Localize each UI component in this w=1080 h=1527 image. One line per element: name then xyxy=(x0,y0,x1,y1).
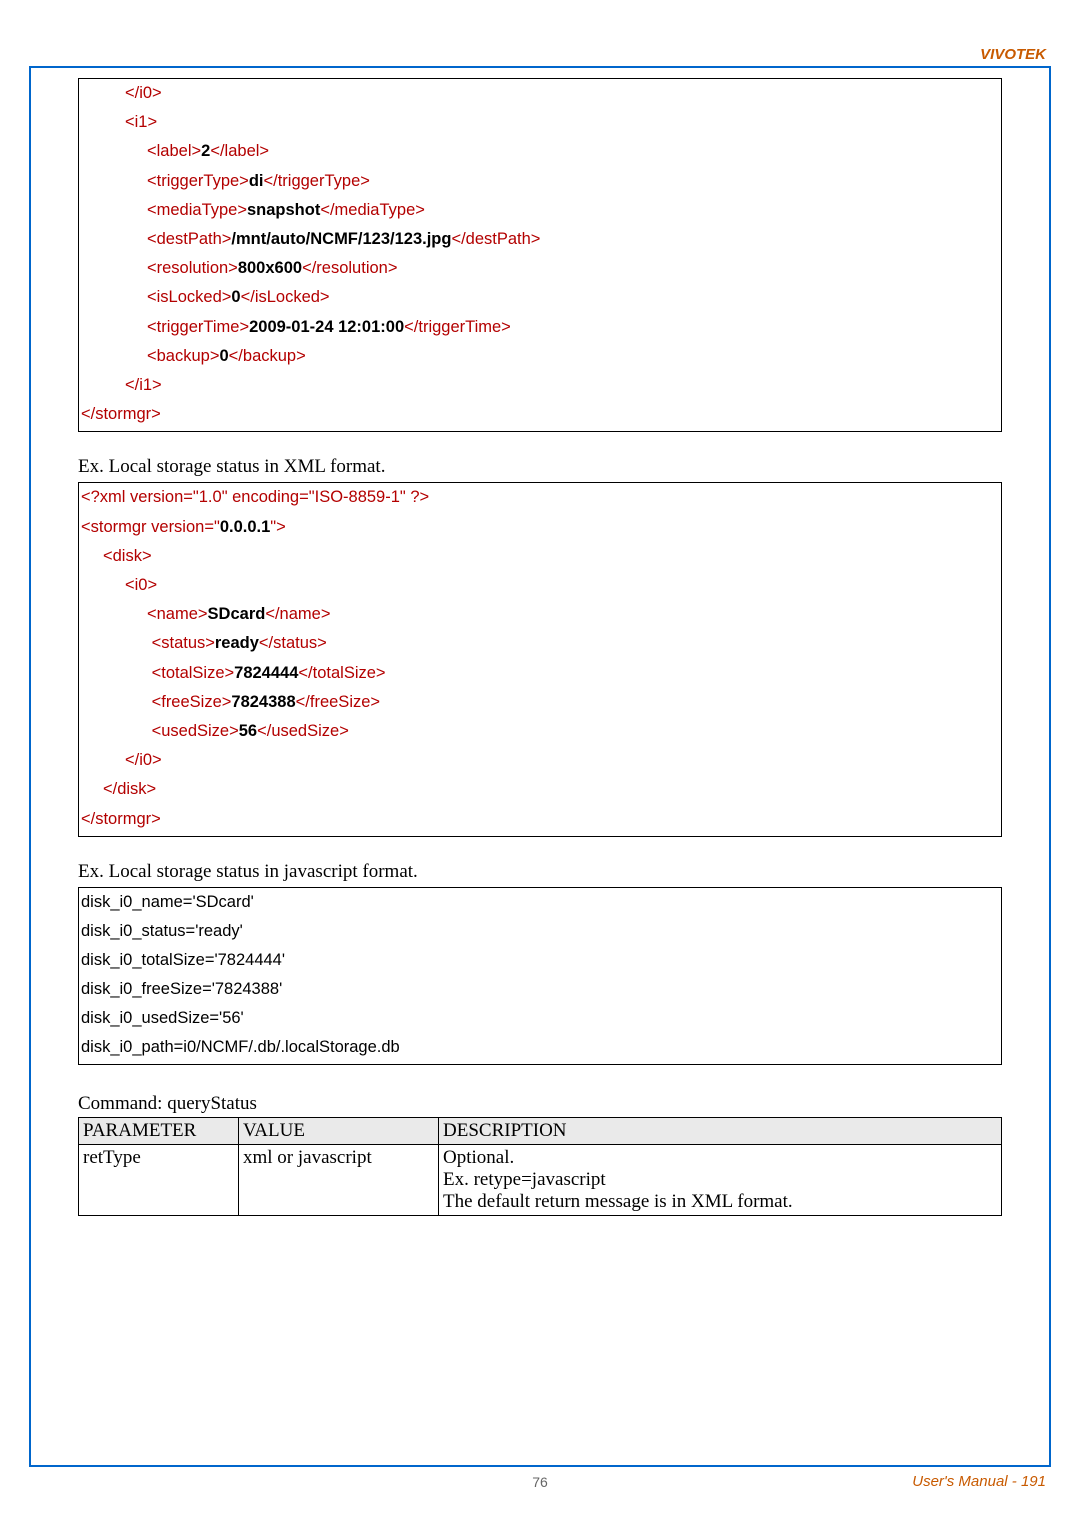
js-line: disk_i0_name='SDcard' xyxy=(81,888,999,917)
desc-line: The default return message is in XML for… xyxy=(443,1191,997,1213)
xml-tag: </triggerType> xyxy=(263,172,369,190)
xml-attrval: 1.0 xyxy=(199,488,222,506)
desc-line: Ex. retype=javascript xyxy=(443,1169,997,1191)
footer-manual-ref: User's Manual - 191 xyxy=(912,1473,1046,1490)
xml-val: /mnt/auto/NCMF/123/123.jpg xyxy=(231,230,451,248)
xml-val: 800x600 xyxy=(238,259,302,277)
xml-tag: <isLocked> xyxy=(147,288,231,306)
caption-js-status: Ex. Local storage status in javascript f… xyxy=(78,861,1002,883)
xml-val: 0 xyxy=(231,288,240,306)
xml-decl: " encoding=" xyxy=(222,488,315,506)
js-line: disk_i0_freeSize='7824388' xyxy=(81,975,999,1004)
xml-val: 2 xyxy=(201,142,210,160)
xml-tag: </status> xyxy=(259,634,327,652)
xml-tag: </resolution> xyxy=(302,259,397,277)
xml-val: 7824444 xyxy=(234,664,298,682)
xml-val: 0 xyxy=(219,347,228,365)
xml-block-2: <?xml version="1.0" encoding="ISO-8859-1… xyxy=(78,482,1002,836)
xml-tag: </name> xyxy=(265,605,330,623)
xml-tag: <mediaType> xyxy=(147,201,247,219)
xml-opentag: <stormgr version=" xyxy=(81,518,220,536)
command-heading: Command: queryStatus xyxy=(78,1093,1002,1115)
xml-val: 56 xyxy=(239,722,257,740)
td-param: retType xyxy=(79,1145,239,1216)
xml-closetag: </stormgr> xyxy=(81,810,161,828)
xml-val: di xyxy=(249,172,264,190)
caption-xml-status: Ex. Local storage status in XML format. xyxy=(78,456,1002,478)
xml-val: SDcard xyxy=(208,605,266,623)
xml-tag: </isLocked> xyxy=(241,288,330,306)
js-line: disk_i0_usedSize='56' xyxy=(81,1004,999,1033)
xml-tag: </destPath> xyxy=(451,230,540,248)
xml-tag: <name> xyxy=(147,605,208,623)
xml-tag: </totalSize> xyxy=(298,664,385,682)
xml-opentag: <disk> xyxy=(103,547,152,565)
td-value: xml or javascript xyxy=(239,1145,439,1216)
xml-closetag: </i0> xyxy=(125,751,162,769)
xml-opentag: <i1> xyxy=(125,113,157,131)
xml-tag: <destPath> xyxy=(147,230,231,248)
parameter-table: PARAMETER VALUE DESCRIPTION retType xml … xyxy=(78,1117,1002,1216)
js-block: disk_i0_name='SDcard' disk_i0_status='re… xyxy=(78,887,1002,1065)
xml-tag: </backup> xyxy=(229,347,306,365)
xml-attrval: ISO-8859-1 xyxy=(315,488,400,506)
xml-tag: </mediaType> xyxy=(320,201,425,219)
td-desc: Optional. Ex. retype=javascript The defa… xyxy=(439,1145,1002,1216)
xml-attrval: 0.0.0.1 xyxy=(220,518,270,536)
brand-label: VIVOTEK xyxy=(980,46,1046,63)
xml-tag: <usedSize> xyxy=(152,722,239,740)
xml-closetag: </i0> xyxy=(125,84,162,102)
xml-opentag: "> xyxy=(270,518,286,536)
th-value: VALUE xyxy=(239,1118,439,1145)
xml-tag: <label> xyxy=(147,142,201,160)
xml-val: ready xyxy=(215,634,259,652)
xml-decl: <?xml version=" xyxy=(81,488,199,506)
xml-tag: </freeSize> xyxy=(296,693,380,711)
js-line: disk_i0_status='ready' xyxy=(81,917,999,946)
xml-tag: <totalSize> xyxy=(152,664,235,682)
xml-opentag: <i0> xyxy=(125,576,157,594)
xml-tag: <status> xyxy=(152,634,215,652)
xml-tag: <triggerTime> xyxy=(147,318,249,336)
xml-tag: <freeSize> xyxy=(152,693,232,711)
js-line: disk_i0_path=i0/NCMF/.db/.localStorage.d… xyxy=(81,1033,999,1062)
xml-tag: </usedSize> xyxy=(257,722,349,740)
xml-decl: " ?> xyxy=(400,488,429,506)
xml-tag: </label> xyxy=(210,142,269,160)
xml-tag: <resolution> xyxy=(147,259,238,277)
js-line: disk_i0_totalSize='7824444' xyxy=(81,946,999,975)
desc-line: Optional. xyxy=(443,1147,997,1169)
xml-val: snapshot xyxy=(247,201,320,219)
th-parameter: PARAMETER xyxy=(79,1118,239,1145)
xml-closetag: </i1> xyxy=(125,376,162,394)
page-content: </i0> <i1> <label>2</label> <triggerType… xyxy=(78,78,1002,1216)
xml-val: 7824388 xyxy=(231,693,295,711)
xml-closetag: </stormgr> xyxy=(81,405,161,423)
xml-tag: <backup> xyxy=(147,347,219,365)
xml-closetag: </disk> xyxy=(103,780,156,798)
xml-val: 2009-01-24 12:01:00 xyxy=(249,318,404,336)
xml-tag: <triggerType> xyxy=(147,172,249,190)
xml-block-1: </i0> <i1> <label>2</label> <triggerType… xyxy=(78,78,1002,432)
xml-tag: </triggerTime> xyxy=(404,318,511,336)
th-description: DESCRIPTION xyxy=(439,1118,1002,1145)
